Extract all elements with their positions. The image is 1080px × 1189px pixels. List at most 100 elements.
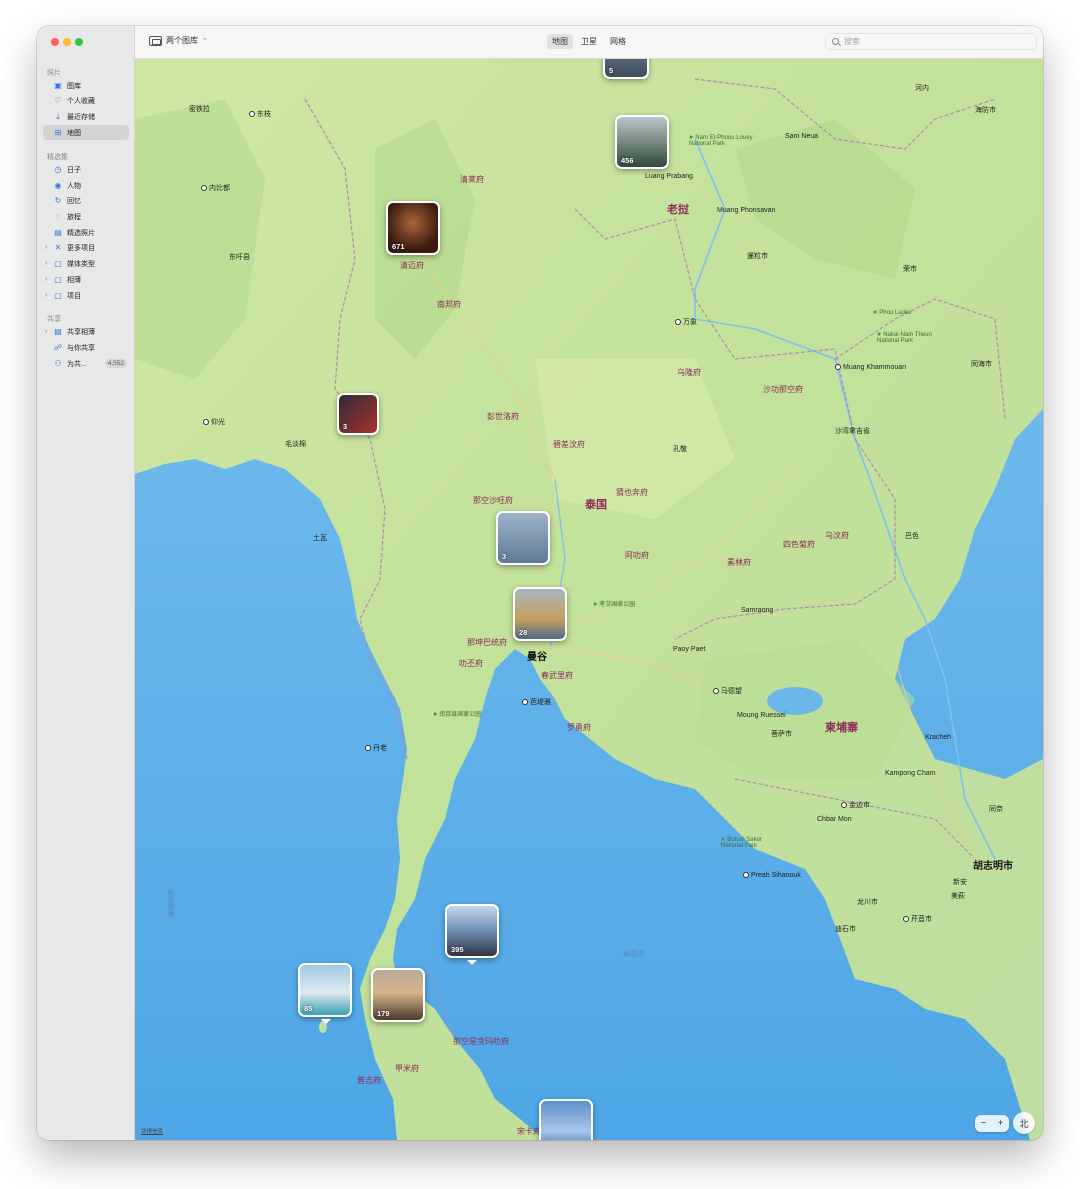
search-field[interactable]: 搜索 (825, 33, 1037, 50)
sidebar-item-trips[interactable]: ◌ 旅程 (43, 209, 129, 224)
place-label: 仰光 (203, 417, 225, 427)
shared-albums-icon: ▤ (54, 327, 62, 336)
city-label-hcmc: 胡志明市 (973, 861, 1013, 872)
place-label: Samraong (741, 607, 774, 614)
province-label: 猜也奔府 (616, 488, 648, 497)
sidebar-item-days[interactable]: ◷ 日子 (43, 162, 129, 177)
sidebar-item-shared-with-you[interactable]: ☍ 与你共享 (43, 340, 129, 355)
library-selector-label: 两个图库 (166, 36, 198, 45)
person-icon: ◉ (54, 181, 62, 190)
city-label-bangkok: 曼谷 (527, 652, 547, 663)
province-label: 素林府 (727, 558, 751, 567)
place-label: Muang Khammouan (835, 364, 906, 371)
zoom-in-button[interactable]: + (998, 1118, 1004, 1129)
pin-tail (321, 1019, 331, 1024)
sidebar-item-recently-saved[interactable]: ⤓ 最近存储 (43, 109, 129, 124)
province-label: 那空是贪玛叻府 (453, 1037, 509, 1046)
sidebar-item-shared-albums[interactable]: › ▤ 共享相薄 (43, 324, 129, 339)
view-mode-satellite[interactable]: 卫星 (576, 34, 602, 49)
place-label: Kracheh (925, 734, 952, 741)
view-mode-grid[interactable]: 网格 (605, 34, 631, 49)
city-label-vientiane: 万象 (675, 317, 697, 327)
zoom-window-button[interactable] (75, 38, 83, 46)
chevron-right-icon[interactable]: › (45, 276, 47, 283)
sidebar-section-photos-title: 照片 (47, 70, 61, 77)
place-label: 海防市 (975, 107, 996, 114)
photo-cluster-pin[interactable]: 3 (496, 511, 550, 565)
photo-cluster-pin[interactable]: 179 (371, 968, 425, 1022)
city-label-phnom-penh: 金边市 (841, 800, 870, 810)
province-label: 南邦府 (437, 300, 461, 309)
sidebar-item-featured-photos[interactable]: ▤ 精选照片 (43, 225, 129, 240)
place-label: 孔敬 (673, 446, 687, 453)
photo-cluster-pin[interactable]: 671 (386, 201, 440, 255)
map-view[interactable]: 泰国 老挝 柬埔寨 曼谷 万象 金边市 胡志明市 清迈府 Luang Praba… (135, 59, 1043, 1140)
sidebar-item-shared-library[interactable]: ⚇ 为共... 4,552 (43, 356, 129, 371)
photo-cluster-pin[interactable]: 395 (445, 904, 499, 958)
photo-cluster-pin[interactable]: 5 (603, 59, 649, 79)
place-label: Chbar Mon (817, 816, 852, 823)
sidebar-item-label: 人物 (67, 182, 81, 190)
province-label: 宋卡府 (517, 1127, 541, 1136)
compass-button[interactable]: 北 (1013, 1112, 1035, 1134)
photo-cluster-pin[interactable]: 3 (337, 393, 379, 435)
park-label: Phou Laoko (873, 309, 911, 316)
province-label: 清莱府 (460, 175, 484, 184)
count-badge: 4,552 (104, 359, 127, 368)
place-label: 龙川市 (857, 899, 878, 906)
view-mode-map[interactable]: 地图 (547, 34, 573, 49)
sea-label-gulf-of-thailand: 泰国湾 (623, 951, 644, 958)
zoom-out-button[interactable]: − (981, 1118, 987, 1129)
sidebar-item-library[interactable]: ▣ 图库 (43, 78, 129, 93)
sidebar-item-label: 日子 (67, 166, 81, 174)
chevron-right-icon[interactable]: › (45, 292, 47, 299)
sidebar-item-projects[interactable]: › ▢ 项目 (43, 288, 129, 303)
library-selector[interactable]: 两个图库 ⌃ (149, 35, 208, 46)
photo-cluster-pin[interactable]: 456 (615, 115, 669, 169)
province-label: 那坤巴统府 (467, 638, 507, 647)
legal-link[interactable]: 法律信息 (141, 1127, 163, 1135)
province-label: 那空沙旺府 (473, 496, 513, 505)
sidebar: 照片 ▣ 图库 ♡ 个人收藏 ⤓ 最近存储 ⊞ 地图 精选集 ◷ 日子 ◉ 人物… (37, 26, 135, 1140)
country-label-thailand: 泰国 (585, 499, 607, 511)
place-label: 内比都 (201, 183, 230, 193)
place-label: 同海市 (971, 361, 992, 368)
sidebar-item-media-types[interactable]: › ▢ 媒体类型 (43, 256, 129, 271)
sidebar-section-shared-title: 共享 (47, 316, 61, 323)
place-label: 菩萨市 (771, 731, 792, 738)
province-label: 普吉府 (357, 1076, 381, 1085)
photo-cluster-pin[interactable]: 28 (513, 587, 567, 641)
photos-window: 照片 ▣ 图库 ♡ 个人收藏 ⤓ 最近存储 ⊞ 地图 精选集 ◷ 日子 ◉ 人物… (37, 26, 1043, 1140)
place-label: 东吁县 (229, 254, 250, 261)
place-label: 毛淡棉 (285, 441, 306, 448)
province-label: 阿叻府 (625, 551, 649, 560)
province-label: 罗勇府 (567, 723, 591, 732)
sidebar-item-more-items[interactable]: › ✕ 更多项目 (43, 240, 129, 255)
place-label: 暹粒市 (747, 253, 768, 260)
sea-label-andaman: 安达曼海 (167, 889, 174, 917)
photo-cluster-pin[interactable]: 23 (539, 1099, 593, 1140)
chevron-right-icon[interactable]: › (45, 244, 47, 251)
photo-cluster-pin[interactable]: 85 (298, 963, 352, 1017)
close-window-button[interactable] (51, 38, 59, 46)
province-label: 叻丕府 (459, 659, 483, 668)
photo-library-icon: ▣ (54, 81, 62, 90)
chevron-right-icon[interactable]: › (45, 328, 47, 335)
sidebar-item-favorites[interactable]: ♡ 个人收藏 (43, 93, 129, 108)
sidebar-item-label: 最近存储 (67, 113, 95, 121)
search-icon (832, 38, 839, 45)
library-icon (149, 35, 162, 46)
sidebar-item-label: 回忆 (67, 197, 81, 205)
sidebar-item-memories[interactable]: ↻ 回忆 (43, 193, 129, 208)
toolbar: 两个图库 ⌃ 地图 卫星 网格 搜索 (135, 26, 1043, 59)
more-items-icon: ✕ (54, 243, 62, 252)
chevron-right-icon[interactable]: › (45, 260, 47, 267)
sidebar-item-label: 与你共享 (67, 344, 95, 352)
place-label: 同奈 (989, 806, 1003, 813)
recently-saved-icon: ⤓ (56, 111, 60, 121)
sidebar-item-map[interactable]: ⊞ 地图 (43, 125, 129, 140)
minimize-window-button[interactable] (63, 38, 71, 46)
place-label: 美萩 (951, 893, 965, 900)
sidebar-item-albums[interactable]: › ▢ 相薄 (43, 272, 129, 287)
sidebar-item-people[interactable]: ◉ 人物 (43, 178, 129, 193)
